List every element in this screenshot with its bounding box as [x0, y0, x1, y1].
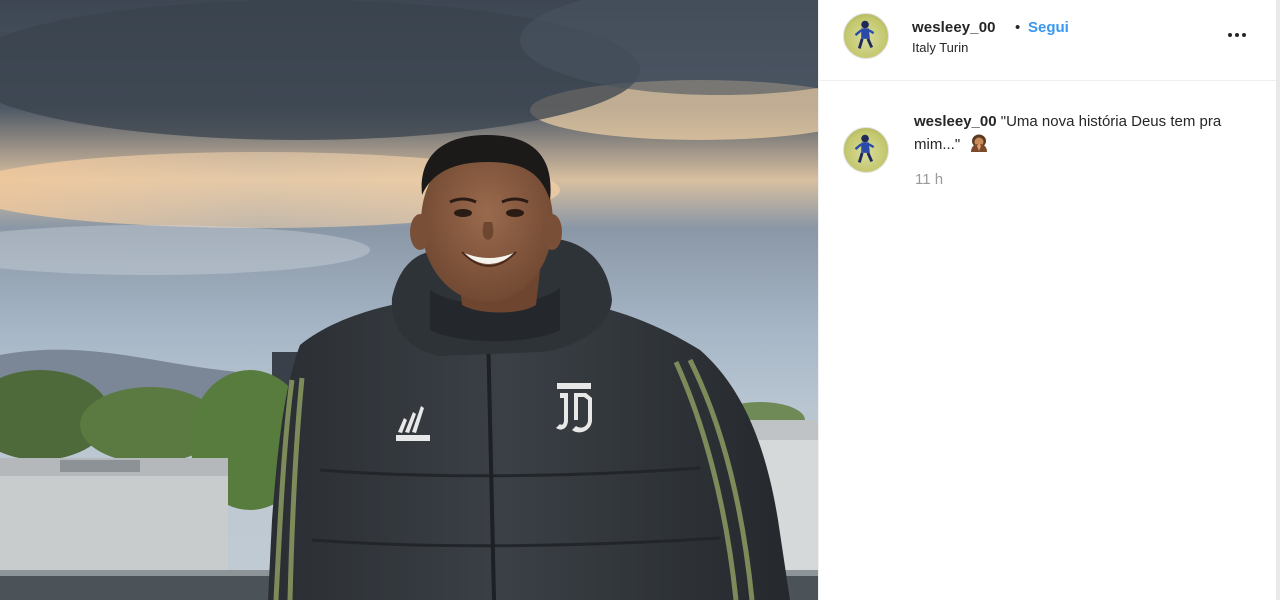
post-username[interactable]: wesleey_00 — [912, 19, 996, 36]
ellipsis-horizontal-icon — [1235, 33, 1239, 37]
follow-button[interactable]: Segui — [1028, 19, 1069, 36]
caption-username[interactable]: wesleey_00 — [914, 113, 997, 130]
caption-comment: wesleey_00 "Uma nova história Deus tem p… — [819, 81, 1276, 221]
praying-person-icon — [971, 134, 988, 152]
post-location[interactable]: Italy Turin — [912, 40, 968, 55]
player-avatar-icon — [854, 20, 875, 49]
separator-dot: • — [1015, 19, 1021, 36]
ellipsis-horizontal-icon — [1242, 33, 1246, 37]
avatar[interactable] — [843, 13, 889, 59]
avatar[interactable] — [843, 127, 889, 173]
caption-text: wesleey_00 "Uma nova história Deus tem p… — [914, 110, 1244, 156]
post-side-panel: wesleey_00 • Segui Italy Turin wesleey_0… — [818, 0, 1280, 600]
post-photo[interactable] — [0, 0, 818, 600]
more-options-button[interactable] — [1224, 22, 1250, 48]
ellipsis-horizontal-icon — [1228, 33, 1232, 37]
post-timestamp[interactable]: 11 h — [915, 171, 943, 188]
post-image — [0, 0, 818, 600]
post-header: wesleey_00 • Segui Italy Turin — [819, 0, 1276, 81]
player-avatar-icon — [854, 134, 875, 163]
